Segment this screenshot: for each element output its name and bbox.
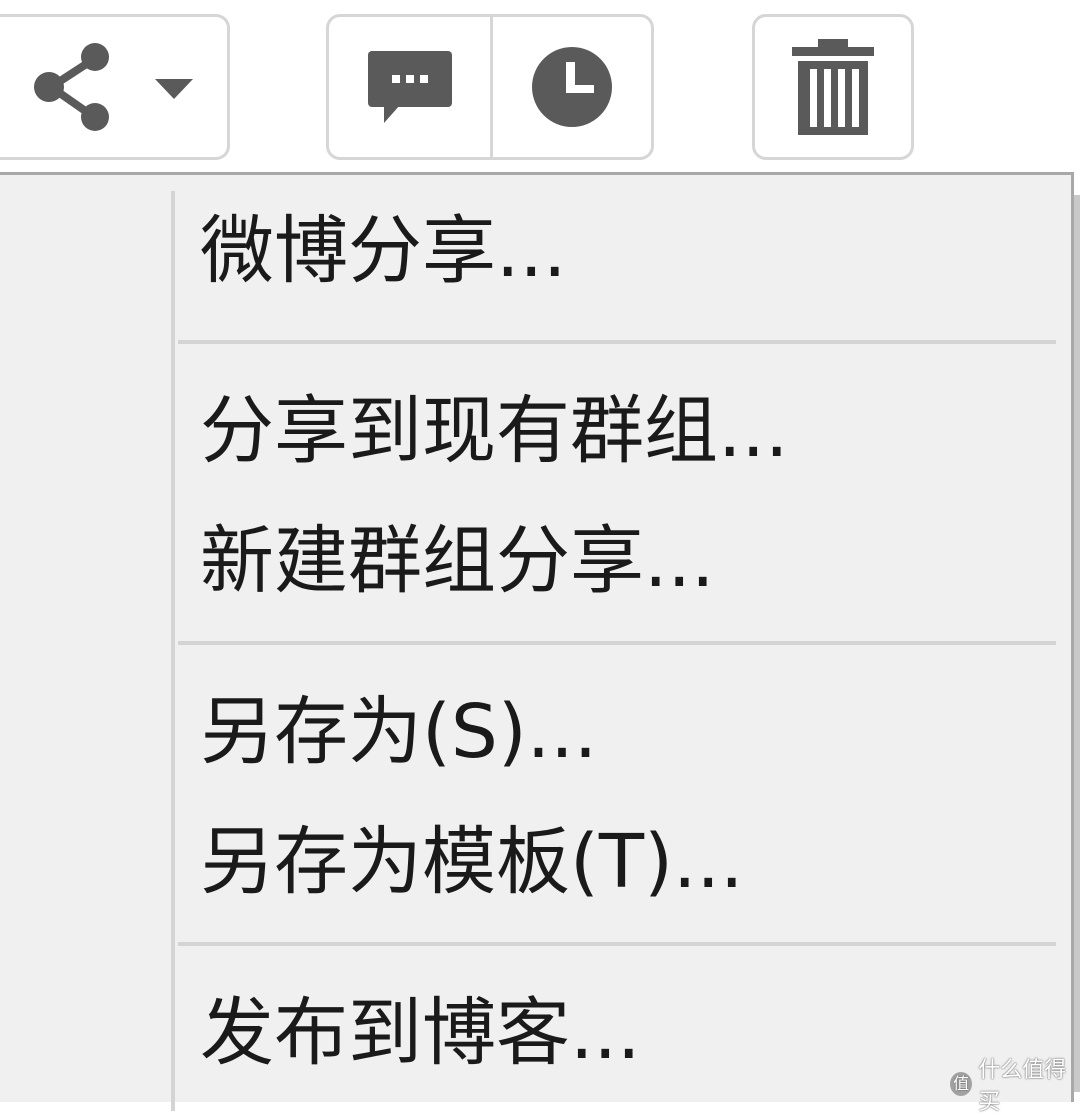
window-edge — [1074, 195, 1080, 1092]
watermark: 值 什么值得买 — [950, 1052, 1080, 1116]
delete-button[interactable] — [755, 17, 911, 157]
menu-separator — [178, 641, 1056, 645]
menu-gutter — [171, 191, 175, 1111]
menu-item-new-group-share[interactable]: 新建群组分享... — [200, 511, 715, 611]
menu-item-save-as-template[interactable]: 另存为模板(T)... — [200, 812, 744, 912]
menu-item-publish-to-blog[interactable]: 发布到博客... — [200, 983, 641, 1083]
share-context-menu: 微博分享... 分享到现有群组... 新建群组分享... 另存为(S)... 另… — [0, 172, 1074, 1111]
trash-group — [752, 14, 914, 160]
trash-icon — [792, 39, 874, 135]
comment-history-group — [326, 14, 654, 160]
toolbar — [0, 0, 1080, 172]
share-button-group — [0, 14, 230, 160]
menu-separator — [178, 942, 1056, 946]
clock-icon — [532, 47, 612, 127]
menu-item-save-as[interactable]: 另存为(S)... — [200, 682, 597, 782]
history-button[interactable] — [490, 17, 651, 157]
watermark-badge: 值 — [950, 1072, 973, 1096]
menu-item-share-to-existing-group[interactable]: 分享到现有群组... — [200, 381, 789, 481]
comment-button[interactable] — [329, 17, 490, 157]
caret-down-icon — [154, 79, 193, 99]
share-dropdown-button[interactable] — [0, 17, 227, 157]
watermark-text: 什么值得买 — [978, 1058, 1067, 1115]
comment-icon — [367, 51, 452, 123]
share-icon — [33, 43, 109, 131]
menu-separator — [178, 340, 1056, 344]
menu-item-weibo-share[interactable]: 微博分享... — [200, 201, 567, 301]
